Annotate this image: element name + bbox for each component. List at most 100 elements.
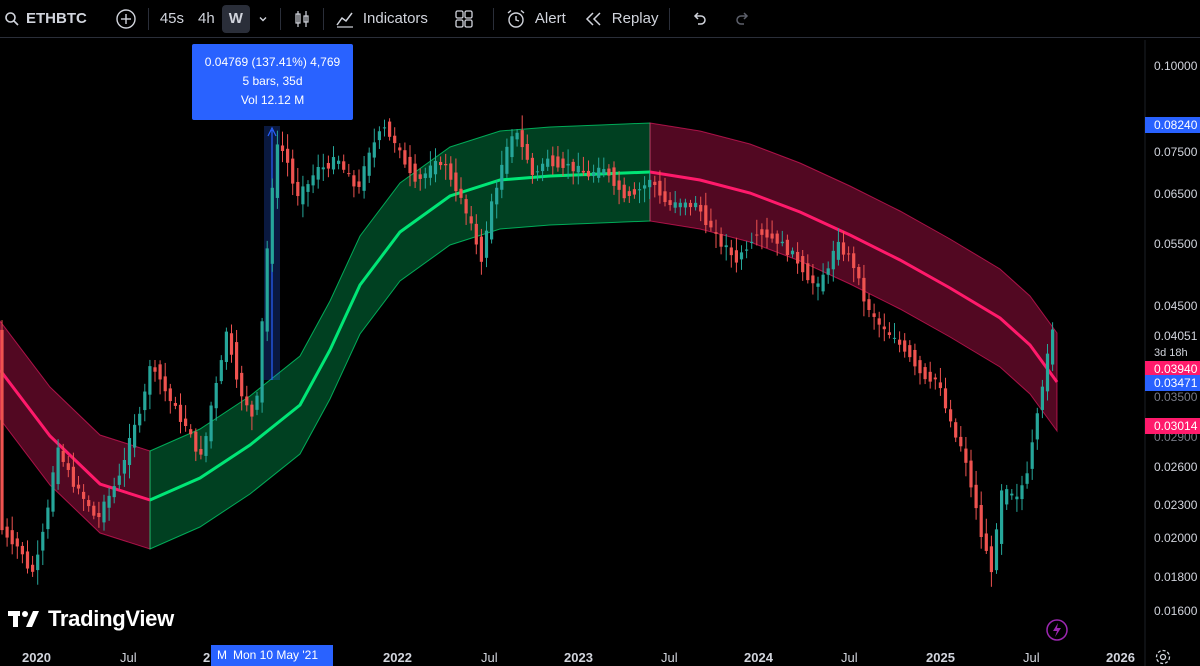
symbol-label: ETHBTC bbox=[26, 10, 87, 27]
candle-body bbox=[433, 160, 438, 175]
candle-body bbox=[551, 155, 555, 167]
candle-body bbox=[668, 200, 672, 206]
replay-label: Replay bbox=[611, 10, 659, 27]
candle-body bbox=[780, 241, 784, 244]
candle-body bbox=[219, 360, 223, 382]
candle-body bbox=[500, 164, 504, 190]
alert-button[interactable]: Alert bbox=[498, 5, 573, 33]
candle-body bbox=[184, 418, 188, 427]
chevron-down-icon bbox=[259, 16, 267, 21]
candle-body bbox=[301, 186, 305, 205]
candle-body bbox=[122, 460, 126, 474]
candle-body bbox=[627, 191, 631, 196]
candle-body bbox=[163, 376, 167, 392]
candle-body bbox=[117, 475, 121, 485]
timeframe-4h[interactable]: 4h bbox=[191, 5, 222, 33]
candle-body bbox=[938, 382, 942, 389]
compare-button[interactable] bbox=[108, 5, 144, 33]
time-label: 2024 bbox=[744, 650, 773, 665]
candle-body bbox=[1045, 353, 1050, 392]
candle-body bbox=[1015, 496, 1019, 500]
symbol-search[interactable]: ETHBTC bbox=[0, 5, 94, 33]
candle-body bbox=[724, 245, 728, 248]
candle-body bbox=[801, 256, 805, 273]
candle-body bbox=[199, 448, 203, 455]
candle-body bbox=[423, 173, 427, 179]
candle-body bbox=[663, 191, 667, 203]
candle-body bbox=[602, 169, 606, 175]
settings-gear-icon[interactable] bbox=[1154, 648, 1172, 666]
candle-body bbox=[898, 339, 902, 345]
candle-body bbox=[1051, 329, 1055, 365]
candle-body bbox=[852, 253, 856, 269]
undo-button[interactable] bbox=[682, 5, 716, 33]
candle-body bbox=[632, 189, 636, 195]
candle-body bbox=[989, 546, 993, 573]
candle-body bbox=[372, 142, 376, 158]
timeframe-45s[interactable]: 45s bbox=[153, 5, 191, 33]
replay-button[interactable]: Replay bbox=[577, 5, 666, 33]
candle-body bbox=[76, 484, 81, 489]
timeframe-45s-label: 45s bbox=[159, 10, 185, 27]
alert-label: Alert bbox=[534, 10, 566, 27]
time-label: Jul bbox=[661, 650, 678, 665]
time-label: Jul bbox=[841, 650, 858, 665]
candle-body bbox=[923, 367, 927, 380]
candle-body bbox=[704, 205, 708, 226]
measure-line-3: Vol 12.12 M bbox=[240, 93, 305, 107]
candle-body bbox=[699, 204, 703, 212]
indicators-icon bbox=[336, 12, 353, 28]
candle-body bbox=[326, 162, 330, 169]
timeframe-4h-label: 4h bbox=[198, 10, 215, 27]
candle-body bbox=[168, 388, 172, 402]
candle-body bbox=[734, 250, 738, 263]
candle-body bbox=[490, 201, 494, 240]
rewind-icon bbox=[585, 11, 601, 26]
candle-body bbox=[316, 166, 320, 180]
candle-body bbox=[770, 233, 774, 239]
layouts-button[interactable] bbox=[447, 5, 481, 33]
candle-body bbox=[673, 202, 677, 208]
candle-body bbox=[867, 299, 871, 311]
candle-body bbox=[750, 241, 754, 244]
candle-body bbox=[92, 505, 96, 516]
undo-icon bbox=[694, 11, 707, 25]
candle-body bbox=[82, 491, 86, 499]
candle-body bbox=[775, 233, 779, 244]
candle-body bbox=[418, 174, 422, 179]
candle-body bbox=[321, 167, 325, 170]
timeframe-weekly[interactable]: W bbox=[221, 4, 250, 33]
candle-body bbox=[173, 403, 177, 406]
candle-body bbox=[331, 157, 336, 170]
candle-body bbox=[204, 436, 208, 456]
candle-body bbox=[617, 180, 621, 190]
price-chart[interactable] bbox=[0, 40, 1200, 666]
candle-body bbox=[979, 505, 983, 537]
candle-body bbox=[597, 167, 601, 178]
price-label: 0.07500 bbox=[1154, 145, 1198, 159]
candle-body bbox=[245, 396, 249, 406]
chart-type-button[interactable] bbox=[285, 5, 319, 33]
redo-button[interactable] bbox=[726, 5, 760, 33]
time-label: Jul bbox=[120, 650, 137, 665]
candle-body bbox=[806, 263, 810, 281]
candle-body bbox=[943, 388, 948, 409]
candle-body bbox=[576, 165, 580, 173]
bearish-band bbox=[0, 320, 151, 550]
indicators-button[interactable]: Indicators bbox=[328, 5, 435, 33]
candle-body bbox=[347, 173, 351, 175]
candle-body bbox=[229, 333, 234, 355]
candle-body bbox=[612, 167, 616, 186]
tradingview-logo[interactable]: TradingView bbox=[8, 606, 174, 632]
candle-body bbox=[694, 202, 698, 208]
candle-body bbox=[586, 170, 591, 177]
candle-body bbox=[571, 161, 575, 172]
candle-body bbox=[255, 395, 259, 410]
candle-body bbox=[0, 329, 4, 531]
candle-body bbox=[954, 422, 958, 438]
measure-tooltip: 0.04769 (137.41%) 4,769 5 bars, 35d Vol … bbox=[192, 44, 353, 120]
candle-body bbox=[102, 501, 106, 523]
candle-body bbox=[535, 171, 540, 173]
lightning-icon[interactable] bbox=[1045, 618, 1069, 642]
timeframe-dropdown[interactable] bbox=[250, 5, 276, 33]
